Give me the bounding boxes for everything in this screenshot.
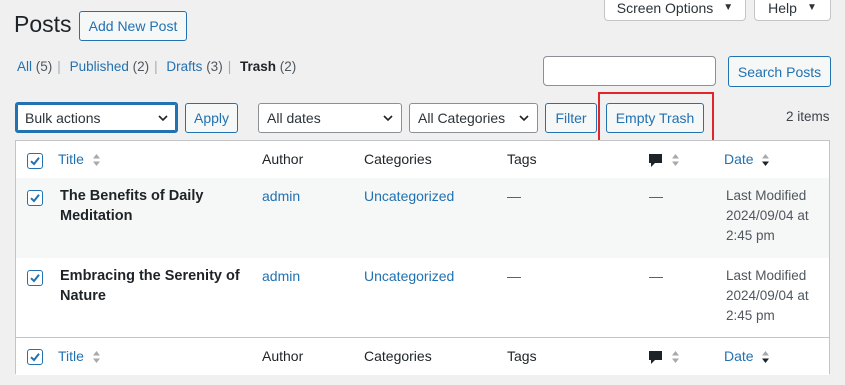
column-comments-header[interactable] (648, 346, 680, 366)
items-count: 2 items (786, 109, 830, 124)
view-separator: | (154, 59, 158, 74)
column-tags-header: Tags (507, 151, 537, 167)
column-author-header: Author (262, 348, 304, 364)
caret-down-icon: ▼ (723, 2, 734, 13)
chevron-down-icon (519, 115, 529, 122)
post-comments: — (649, 188, 663, 204)
post-category-link[interactable]: Uncategorized (364, 186, 454, 206)
column-date-header[interactable]: Date (724, 346, 770, 366)
dates-filter-value: All dates (267, 110, 321, 126)
sort-arrows-icon (671, 351, 679, 364)
sort-arrows-icon (671, 154, 679, 167)
view-drafts-link[interactable]: Drafts (3) (166, 59, 222, 74)
caret-down-icon: ▼ (806, 2, 817, 13)
post-date: Last Modified 2024/09/04 at 2:45 pm (726, 188, 809, 243)
help-label: Help (768, 0, 797, 16)
checkmark-icon (30, 353, 40, 362)
post-title[interactable]: The Benefits of Daily Meditation (60, 186, 203, 226)
post-title[interactable]: Embracing the Serenity of Nature (60, 266, 240, 306)
search-input[interactable] (543, 56, 716, 86)
column-comments-header[interactable] (648, 149, 680, 169)
post-author-link[interactable]: admin (262, 266, 300, 286)
column-categories-header: Categories (364, 151, 432, 167)
post-comments: — (649, 268, 663, 284)
bulk-actions-value: Bulk actions (25, 109, 101, 126)
column-date-label: Date (724, 151, 754, 167)
checkmark-icon (30, 274, 40, 283)
column-date-header[interactable]: Date (724, 149, 770, 169)
column-tags-header: Tags (507, 348, 537, 364)
view-published-link[interactable]: Published (2) (70, 59, 150, 74)
chevron-down-icon (383, 115, 393, 122)
view-all-link[interactable]: All (5) (17, 59, 52, 74)
sort-arrows-icon (92, 154, 100, 167)
post-author-link[interactable]: admin (262, 186, 300, 206)
apply-button[interactable]: Apply (185, 103, 238, 133)
post-date: Last Modified 2024/09/04 at 2:45 pm (726, 268, 809, 323)
column-title-header[interactable]: Title (58, 346, 101, 366)
search-posts-button[interactable]: Search Posts (728, 56, 831, 87)
post-status-views: All (5) | Published (2) | Drafts (3) | Tras… (17, 59, 296, 74)
column-categories-header: Categories (364, 348, 432, 364)
column-title-header[interactable]: Title (58, 149, 101, 169)
screen-options-button[interactable]: Screen Options ▼ (604, 0, 746, 21)
bulk-actions-select[interactable]: Bulk actions (15, 102, 178, 133)
select-all-checkbox[interactable] (27, 153, 43, 169)
table-row: The Benefits of Daily Meditation admin U… (16, 178, 829, 258)
help-button[interactable]: Help ▼ (754, 0, 831, 21)
column-date-label: Date (724, 348, 754, 364)
add-new-post-button[interactable]: Add New Post (79, 11, 187, 41)
dates-filter-select[interactable]: All dates (258, 103, 402, 133)
highlight-box (598, 92, 714, 142)
table-header-row: Title Author Categories Tags Date (16, 141, 829, 179)
select-all-checkbox[interactable] (27, 349, 43, 365)
post-tags: — (507, 188, 521, 204)
post-category-link[interactable]: Uncategorized (364, 266, 454, 286)
view-trash-current[interactable]: Trash (2) (240, 59, 296, 74)
post-tags: — (507, 268, 521, 284)
checkmark-icon (30, 157, 40, 166)
column-title-label: Title (58, 151, 84, 167)
comment-bubble-icon (649, 153, 662, 167)
checkmark-icon (30, 194, 40, 203)
sort-arrows-icon (92, 351, 100, 364)
filter-button[interactable]: Filter (545, 103, 597, 133)
view-separator: | (227, 59, 232, 74)
column-author-header: Author (262, 151, 304, 167)
screen-options-label: Screen Options (616, 0, 714, 16)
categories-filter-value: All Categories (418, 110, 506, 126)
categories-filter-select[interactable]: All Categories (409, 103, 538, 133)
row-checkbox[interactable] (27, 270, 43, 286)
table-row: Embracing the Serenity of Nature admin U… (16, 258, 829, 338)
page-title: Posts (14, 11, 72, 37)
sort-desc-icon (762, 154, 770, 167)
view-separator: | (57, 59, 61, 74)
table-footer-row: Title Author Categories Tags Date (16, 337, 829, 375)
posts-table: Title Author Categories Tags Date The Be… (15, 140, 830, 375)
column-title-label: Title (58, 348, 84, 364)
chevron-down-icon (158, 114, 168, 121)
comment-bubble-icon (649, 350, 662, 364)
row-checkbox[interactable] (27, 190, 43, 206)
sort-desc-icon (762, 351, 770, 364)
